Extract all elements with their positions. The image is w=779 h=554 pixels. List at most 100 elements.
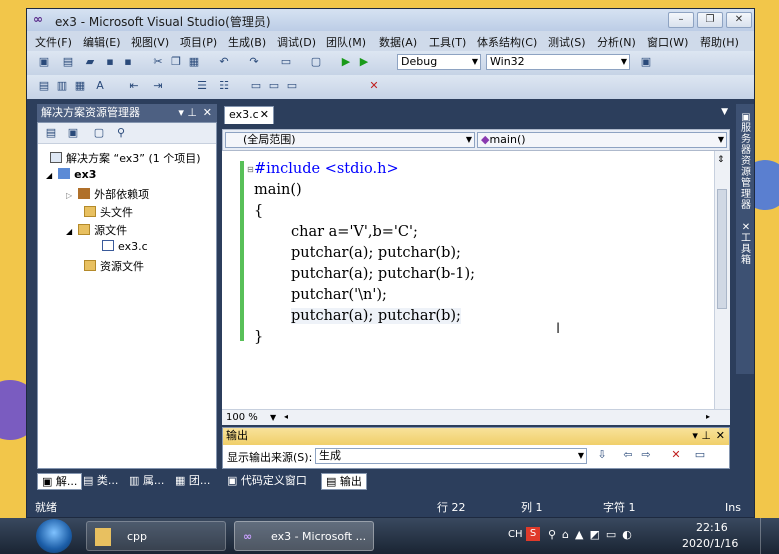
menu-tools[interactable]: 工具(T): [429, 34, 466, 50]
menu-team[interactable]: 团队(M): [326, 34, 366, 50]
taskbar-vs-button[interactable]: ∞ ex3 - Microsoft ...: [234, 521, 374, 551]
menu-data[interactable]: 数据(A): [379, 34, 417, 50]
tab-code-definition[interactable]: ▣ 代码定义窗口: [227, 473, 307, 490]
horizontal-scrollbar[interactable]: 100 % ▼ ◂ ▸: [222, 409, 730, 425]
configuration-select[interactable]: Debug ▼: [397, 54, 481, 70]
maximize-button[interactable]: ❐: [697, 12, 723, 28]
close-panel-icon[interactable]: ✕: [203, 104, 212, 122]
menu-debug[interactable]: 调试(D): [277, 34, 316, 50]
output-close-icon[interactable]: ✕: [716, 428, 725, 444]
tree-header-files[interactable]: 头文件: [84, 204, 133, 220]
parameter-info-icon[interactable]: ▥: [55, 79, 69, 93]
menu-view[interactable]: 视图(V): [131, 34, 169, 50]
code-editor[interactable]: ⊟ #include <stdio.h> main() { char a='V'…: [222, 151, 730, 409]
clear-all-icon[interactable]: ✕: [669, 448, 683, 462]
tree-resource-files[interactable]: 资源文件: [84, 258, 144, 274]
find-icon[interactable]: ▢: [309, 55, 323, 69]
close-button[interactable]: ✕: [726, 12, 752, 28]
clock-date[interactable]: 2020/1/16: [682, 537, 738, 550]
close-tab-icon[interactable]: ✕: [260, 107, 269, 123]
tray-icons[interactable]: ⚲⌂▲◩▭◐: [548, 528, 638, 541]
tab-property-manager[interactable]: ▥ 属...: [129, 473, 164, 490]
member-select[interactable]: ◆main() ▼: [477, 132, 727, 148]
tree-file-ex3c[interactable]: ex3.c: [102, 240, 148, 253]
save-all-icon[interactable]: ▪: [121, 55, 135, 69]
start-button[interactable]: [36, 519, 72, 553]
word-complete-icon[interactable]: A: [93, 79, 107, 93]
copy-icon[interactable]: ❐: [169, 55, 183, 69]
minimize-button[interactable]: –: [668, 12, 694, 28]
word-wrap-icon[interactable]: ▭: [693, 448, 707, 462]
uncomment-icon[interactable]: ☷: [217, 79, 231, 93]
menu-project[interactable]: 项目(P): [180, 34, 217, 50]
menu-architecture[interactable]: 体系结构(C): [477, 34, 537, 50]
paste-icon[interactable]: ▦: [187, 55, 201, 69]
open-file-icon[interactable]: ▰: [83, 55, 97, 69]
bookmark-icon[interactable]: ▭: [249, 79, 263, 93]
solution-explorer-icon[interactable]: ▣: [639, 55, 653, 69]
quick-info-icon[interactable]: ▦: [73, 79, 87, 93]
new-project-icon[interactable]: ▣: [37, 55, 51, 69]
menu-edit[interactable]: 编辑(E): [83, 34, 121, 50]
start-without-debug-icon[interactable]: ▶: [357, 55, 371, 69]
save-icon[interactable]: ▪: [103, 55, 117, 69]
tab-ex3c[interactable]: ex3.c ✕: [224, 106, 274, 124]
add-item-icon[interactable]: ▤: [61, 55, 75, 69]
pin-icon[interactable]: ▾ ⊥: [178, 104, 197, 122]
prev-message-icon[interactable]: ⇦: [621, 448, 635, 462]
class-view-icon[interactable]: ⚲: [114, 126, 128, 140]
output-pin-icon[interactable]: ▾ ⊥: [692, 428, 711, 444]
tree-project[interactable]: ◢ ex3: [46, 168, 96, 181]
menu-help[interactable]: 帮助(H): [700, 34, 739, 50]
tab-list-icon[interactable]: ▼: [721, 107, 728, 117]
cut-icon[interactable]: ✂: [151, 55, 165, 69]
output-source-select[interactable]: 生成 ▼: [315, 448, 587, 464]
server-explorer-tab[interactable]: ▣ 服务器资源管理器: [739, 112, 753, 211]
clear-bookmarks-icon[interactable]: ✕: [367, 79, 381, 93]
toolbox-tab[interactable]: ✕ 工具箱: [739, 222, 753, 266]
platform-select[interactable]: Win32 ▼: [486, 54, 630, 70]
zoom-level[interactable]: 100 %: [226, 412, 258, 423]
tree-solution[interactable]: 解决方案 “ex3” (1 个项目): [50, 150, 201, 166]
tab-class-view[interactable]: ▤ 类...: [83, 473, 118, 490]
next-bookmark-icon[interactable]: ▭: [285, 79, 299, 93]
ime-indicator[interactable]: CH: [508, 529, 523, 540]
menu-build[interactable]: 生成(B): [228, 34, 266, 50]
menu-analyze[interactable]: 分析(N): [597, 34, 636, 50]
sogou-icon[interactable]: S: [526, 527, 540, 541]
clock-time[interactable]: 22:16: [696, 521, 728, 534]
member-list-icon[interactable]: ▤: [37, 79, 51, 93]
prev-bookmark-icon[interactable]: ▭: [267, 79, 281, 93]
scroll-left-icon[interactable]: ◂: [284, 412, 288, 421]
expand-arrow-icon[interactable]: ◢: [66, 227, 72, 236]
scroll-thumb[interactable]: [717, 189, 727, 309]
tab-team-explorer[interactable]: ▦ 团...: [175, 473, 210, 490]
refresh-icon[interactable]: ▢: [92, 126, 106, 140]
undo-icon[interactable]: ↶: [217, 55, 231, 69]
collapse-region-icon[interactable]: ⊟: [247, 165, 254, 174]
navigate-icon[interactable]: ▭: [279, 55, 293, 69]
redo-icon[interactable]: ↷: [247, 55, 261, 69]
goto-message-icon[interactable]: ⇩: [595, 448, 609, 462]
comment-icon[interactable]: ☰: [195, 79, 209, 93]
increase-indent-icon[interactable]: ⇥: [151, 79, 165, 93]
zoom-dropdown-icon[interactable]: ▼: [270, 413, 276, 422]
decrease-indent-icon[interactable]: ⇤: [127, 79, 141, 93]
tree-external-deps[interactable]: ▷ 外部依赖项: [66, 186, 149, 202]
vertical-scrollbar[interactable]: ⇕: [714, 151, 730, 409]
tree-source-files[interactable]: ◢ 源文件: [66, 222, 127, 238]
tab-output[interactable]: ▤ 输出: [321, 473, 367, 490]
show-all-files-icon[interactable]: ▣: [66, 126, 80, 140]
expand-arrow-icon[interactable]: ◢: [46, 171, 52, 180]
show-desktop-button[interactable]: [760, 518, 775, 554]
next-message-icon[interactable]: ⇨: [639, 448, 653, 462]
tab-solution-explorer[interactable]: ▣ 解...: [37, 473, 83, 490]
scope-select[interactable]: (全局范围) ▼: [225, 132, 475, 148]
menu-file[interactable]: 文件(F): [35, 34, 72, 50]
properties-icon[interactable]: ▤: [44, 126, 58, 140]
menu-test[interactable]: 测试(S): [548, 34, 586, 50]
scroll-right-icon[interactable]: ▸: [706, 412, 710, 421]
collapse-arrow-icon[interactable]: ▷: [66, 191, 72, 200]
split-button[interactable]: ⇕: [717, 155, 725, 165]
menu-window[interactable]: 窗口(W): [647, 34, 688, 50]
